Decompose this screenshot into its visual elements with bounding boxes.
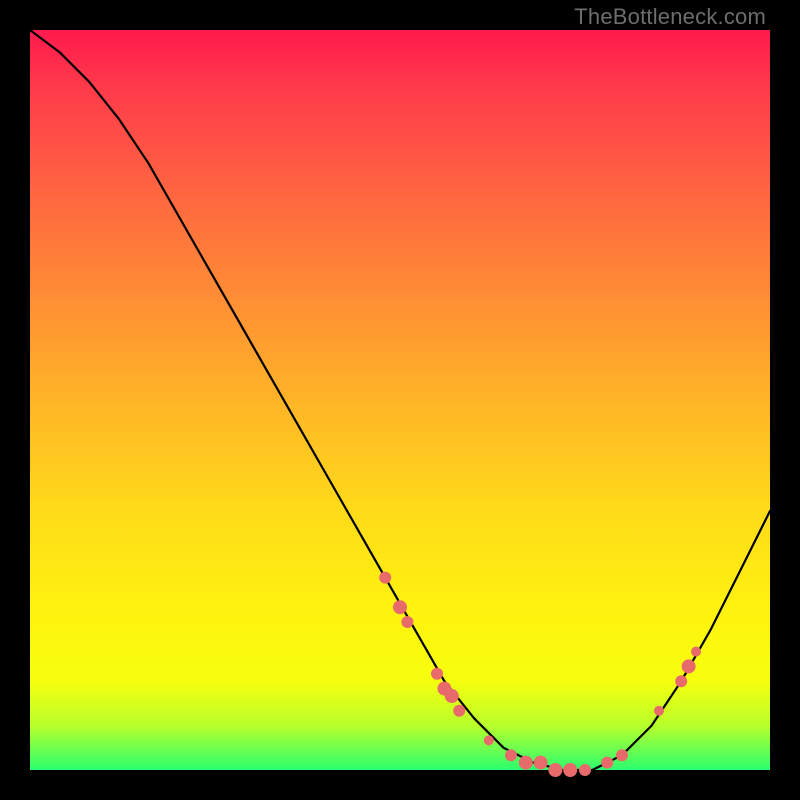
data-point xyxy=(691,647,701,657)
data-point xyxy=(519,756,533,770)
data-point xyxy=(654,706,664,716)
data-point xyxy=(453,705,465,717)
plot-area xyxy=(30,30,770,770)
chart-svg xyxy=(30,30,770,770)
data-point xyxy=(445,689,459,703)
data-point xyxy=(563,763,577,777)
data-point xyxy=(534,756,548,770)
data-point xyxy=(616,749,628,761)
data-point xyxy=(431,668,443,680)
data-point xyxy=(484,735,494,745)
data-point xyxy=(379,572,391,584)
marker-layer xyxy=(379,572,701,777)
data-point xyxy=(675,675,687,687)
watermark-text: TheBottleneck.com xyxy=(574,4,766,30)
data-point xyxy=(601,757,613,769)
data-point xyxy=(401,616,413,628)
data-point xyxy=(505,749,517,761)
bottleneck-curve xyxy=(30,30,770,770)
data-point xyxy=(393,600,407,614)
data-point xyxy=(579,764,591,776)
data-point xyxy=(548,763,562,777)
data-point xyxy=(682,659,696,673)
